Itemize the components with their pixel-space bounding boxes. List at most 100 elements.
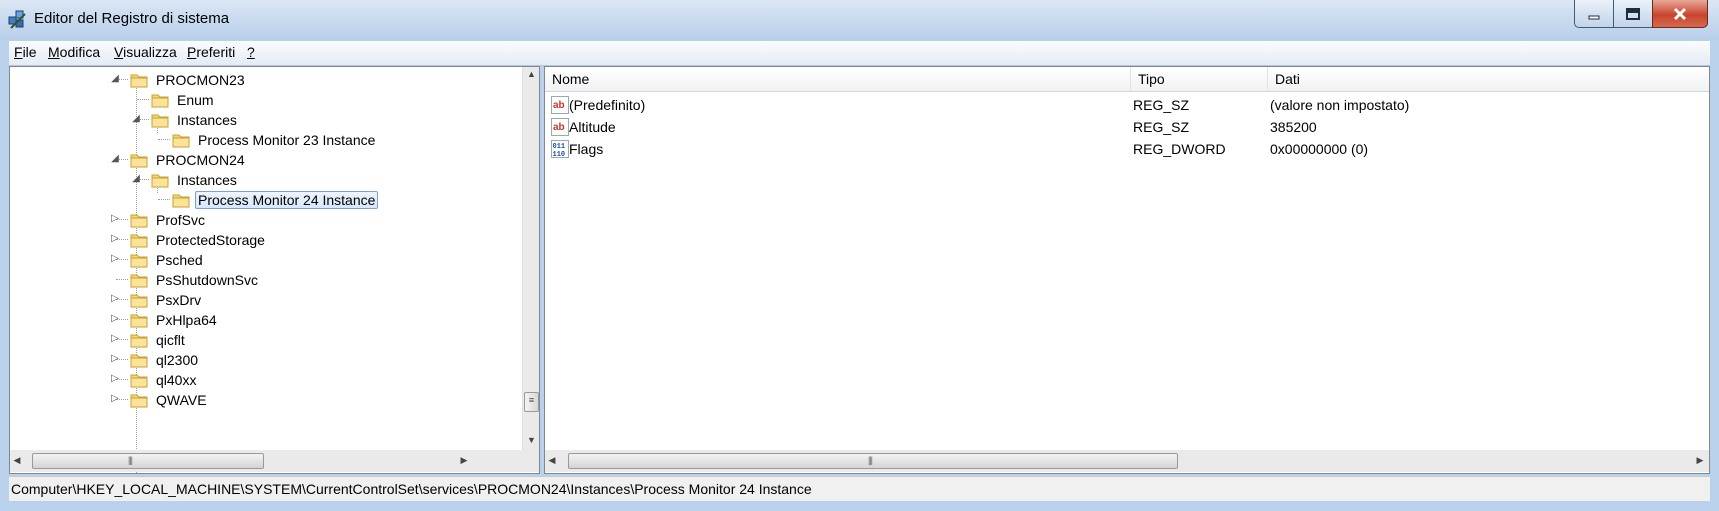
minimize-icon <box>1588 15 1600 19</box>
value-row[interactable]: 011 110 Flags REG_DWORD 0x00000000 (0) <box>545 139 1695 161</box>
tree-item[interactable]: Instances <box>151 109 240 131</box>
menu-preferiti[interactable]: Preferiti <box>187 44 235 60</box>
scroll-left-arrow-icon[interactable]: ◀ <box>545 455 559 466</box>
value-type: REG_SZ <box>1133 119 1190 135</box>
key-tree-pane[interactable]: ◢ PROCMON23 Enum ◢ Instances Process Monitor … <box>9 66 540 474</box>
collapsed-arrow-icon[interactable]: ▷ <box>110 254 120 264</box>
tree-item[interactable]: Process Monitor 24 Instance <box>172 189 379 211</box>
scrollbar-corner <box>522 450 539 472</box>
tree-horizontal-scrollbar[interactable]: ◀ ||| ▶ <box>10 450 522 472</box>
value-data: 0x00000000 (0) <box>1270 141 1369 157</box>
svg-text:ab: ab <box>553 122 565 133</box>
string-value-icon: ab <box>551 118 569 136</box>
tree-item-label: Instances <box>177 112 237 128</box>
list-horizontal-scrollbar[interactable]: ◀ ||| ▶ <box>545 450 1709 472</box>
menu-modifica[interactable]: Modifica <box>48 44 100 60</box>
tree-item[interactable]: PsShutdownSvc <box>130 269 261 291</box>
tree-item[interactable]: ProtectedStorage <box>130 229 268 251</box>
tree-vertical-scrollbar[interactable]: ▲ ≡ ▼ <box>522 67 539 450</box>
collapsed-arrow-icon[interactable]: ▷ <box>110 374 120 384</box>
scroll-up-arrow-icon[interactable]: ▲ <box>523 69 539 79</box>
column-header-dati[interactable]: Dati <box>1268 67 1709 91</box>
folder-icon <box>130 352 148 368</box>
tree-item[interactable]: qicflt <box>130 329 188 351</box>
status-bar: Computer\HKEY_LOCAL_MACHINE\SYSTEM\Curre… <box>9 476 1710 501</box>
values-list-pane[interactable]: Nome Tipo Dati ab (Predefinito) REG_SZ (val… <box>544 66 1710 474</box>
folder-icon <box>172 132 190 148</box>
value-row[interactable]: ab Altitude REG_SZ 385200 <box>545 117 1695 139</box>
folder-icon <box>172 192 190 208</box>
menu-file[interactable]: File <box>14 44 37 60</box>
tree-item-label: PxHlpa64 <box>156 312 217 328</box>
tree-item[interactable]: PsxDrv <box>130 289 204 311</box>
tree-item[interactable]: Psched <box>130 249 206 271</box>
expanded-arrow-icon[interactable]: ◢ <box>131 174 141 184</box>
tree-item-label: ProtectedStorage <box>156 232 265 248</box>
folder-icon <box>130 312 148 328</box>
tree-item-label: PROCMON23 <box>156 72 245 88</box>
tree-item[interactable]: QWAVE <box>130 389 210 411</box>
folder-icon <box>130 272 148 288</box>
scroll-right-arrow-icon[interactable]: ▶ <box>1693 455 1707 466</box>
tree-item-label: ProfSvc <box>156 212 206 228</box>
folder-icon <box>130 332 148 348</box>
scroll-down-arrow-icon[interactable]: ▼ <box>523 435 539 445</box>
folder-icon <box>151 112 169 128</box>
list-header: Nome Tipo Dati <box>545 67 1709 92</box>
window-title: Editor del Registro di sistema <box>34 10 230 27</box>
tree-item[interactable]: PxHlpa64 <box>130 309 220 331</box>
close-button[interactable] <box>1652 0 1708 28</box>
folder-icon <box>130 372 148 388</box>
svg-text:011: 011 <box>553 143 566 151</box>
minimize-button[interactable] <box>1574 0 1614 28</box>
expanded-arrow-icon[interactable]: ◢ <box>110 154 120 164</box>
tree-horizontal-scroll-thumb[interactable] <box>32 453 264 469</box>
folder-icon <box>130 252 148 268</box>
value-type: REG_DWORD <box>1133 141 1226 157</box>
collapsed-arrow-icon[interactable]: ▷ <box>110 314 120 324</box>
tree-item[interactable]: Enum <box>151 89 217 111</box>
folder-icon <box>130 292 148 308</box>
tree-item[interactable]: ql2300 <box>130 349 201 371</box>
menu-bar: File Modifica Visualizza Preferiti ? <box>9 41 1710 66</box>
regedit-app-icon <box>8 10 26 29</box>
value-row[interactable]: ab (Predefinito) REG_SZ (valore non imposta… <box>545 95 1695 117</box>
tree-item[interactable]: ql40xx <box>130 369 199 391</box>
tree-guide-line <box>158 199 170 200</box>
tree-item-label: QWAVE <box>156 392 207 408</box>
collapsed-arrow-icon[interactable]: ▷ <box>110 394 120 404</box>
tree-item[interactable]: Process Monitor 23 Instance <box>172 129 378 151</box>
list-horizontal-scroll-thumb[interactable] <box>568 453 1178 469</box>
tree-item-label: Psched <box>156 252 203 268</box>
maximize-button[interactable] <box>1613 0 1653 28</box>
expanded-arrow-icon[interactable]: ◢ <box>110 74 120 84</box>
scroll-grip-icon: ≡ <box>528 395 535 405</box>
column-header-nome[interactable]: Nome <box>545 67 1131 91</box>
collapsed-arrow-icon[interactable]: ▷ <box>110 294 120 304</box>
scroll-grip-icon: ||| <box>128 455 133 465</box>
folder-icon <box>130 232 148 248</box>
maximize-icon <box>1626 7 1640 20</box>
tree-item-label: PsxDrv <box>156 292 202 308</box>
scroll-right-arrow-icon[interactable]: ▶ <box>457 455 471 466</box>
menu-visualizza[interactable]: Visualizza <box>114 44 177 60</box>
title-bar[interactable]: Editor del Registro di sistema <box>0 0 1719 40</box>
expanded-arrow-icon[interactable]: ◢ <box>131 114 141 124</box>
collapsed-arrow-icon[interactable]: ▷ <box>110 234 120 244</box>
tree-item[interactable]: PROCMON24 <box>130 149 248 171</box>
folder-icon <box>130 212 148 228</box>
scroll-left-arrow-icon[interactable]: ◀ <box>10 455 24 466</box>
tree-item-label: Process Monitor 23 Instance <box>198 132 376 148</box>
tree-item[interactable]: ProfSvc <box>130 209 208 231</box>
collapsed-arrow-icon[interactable]: ▷ <box>110 354 120 364</box>
collapsed-arrow-icon[interactable]: ▷ <box>110 334 120 344</box>
tree-item[interactable]: Instances <box>151 169 240 191</box>
string-value-icon: ab <box>551 96 569 114</box>
menu-help[interactable]: ? <box>247 44 255 60</box>
column-header-tipo[interactable]: Tipo <box>1131 67 1268 91</box>
tree-guide-line <box>116 279 128 280</box>
collapsed-arrow-icon[interactable]: ▷ <box>110 214 120 224</box>
tree-item-label: ql2300 <box>156 352 199 368</box>
tree-item-label: PROCMON24 <box>156 152 245 168</box>
tree-item[interactable]: PROCMON23 <box>130 69 248 91</box>
